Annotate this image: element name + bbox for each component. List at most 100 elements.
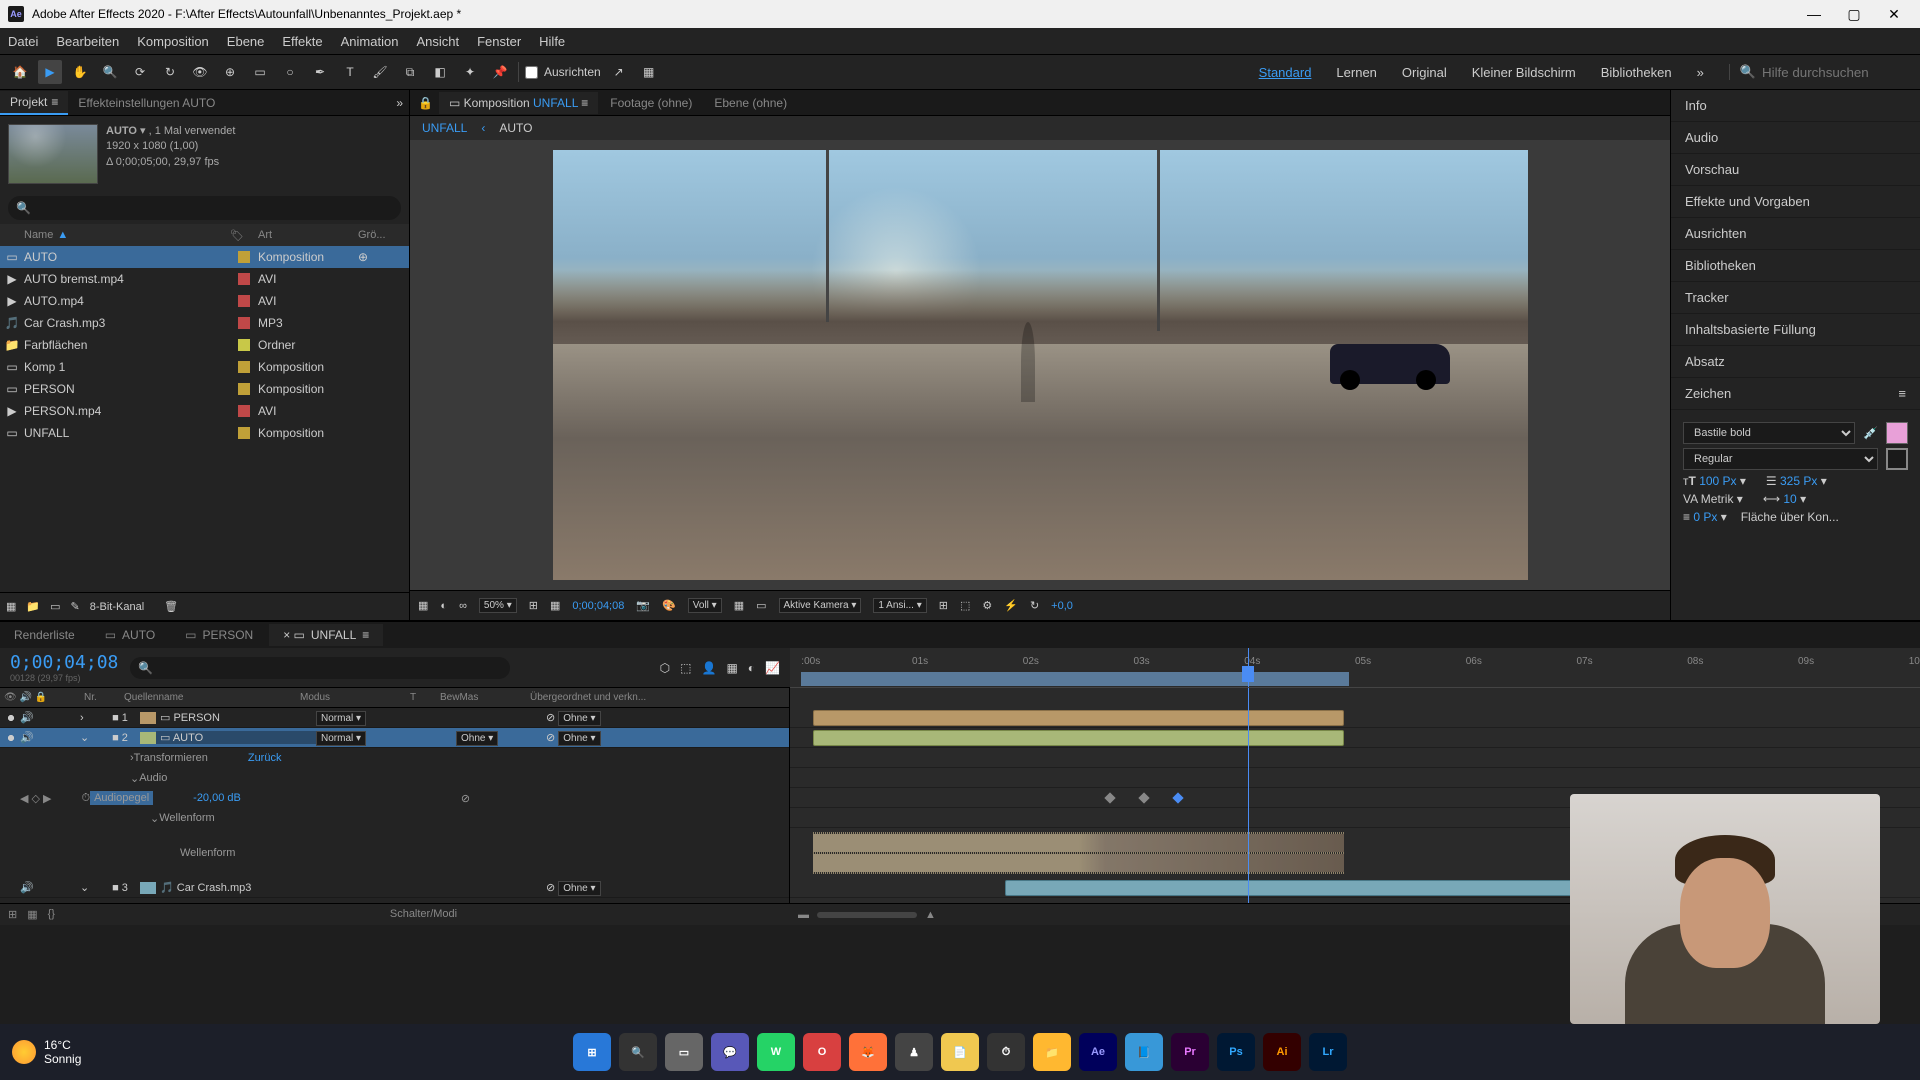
new-folder-icon[interactable]: 📁 xyxy=(26,600,40,613)
fill-over-stroke[interactable]: Fläche über Kon... xyxy=(1741,510,1839,524)
layer-row[interactable]: 🔊 ⌄ ■ 2 ▭ AUTO Normal ▾ Ohne ▾ ⊘ Ohne ▾ xyxy=(0,728,789,748)
snap-options[interactable]: ↗ xyxy=(607,60,631,84)
time-ruler[interactable]: :00s01s02s03s04s05s06s07s08s09s10 xyxy=(790,648,1920,688)
fill-color-swatch[interactable] xyxy=(1886,422,1908,444)
maximize-button[interactable]: ▢ xyxy=(1836,2,1872,26)
mask-icon[interactable]: ∞ xyxy=(459,600,467,612)
trash-icon[interactable]: 🗑 xyxy=(164,600,178,613)
visibility-toggle[interactable] xyxy=(4,711,18,725)
toggle-switches[interactable]: ⊞ xyxy=(8,908,17,921)
workspace-original[interactable]: Original xyxy=(1402,65,1447,80)
workspace-learn[interactable]: Lernen xyxy=(1336,65,1376,80)
panel-header[interactable]: Ausrichten xyxy=(1671,218,1920,250)
taskbar-app[interactable]: Lr xyxy=(1309,1033,1347,1071)
comp-flowchart-icon[interactable]: ⬡ xyxy=(660,661,670,675)
taskbar-app[interactable]: Ps xyxy=(1217,1033,1255,1071)
menu-item[interactable]: Ebene xyxy=(227,34,265,49)
motionblur-icon[interactable]: ◐ xyxy=(748,661,755,675)
zoom-out-icon[interactable]: ▬ xyxy=(798,909,809,921)
taskbar-app[interactable]: ⏱ xyxy=(987,1033,1025,1071)
eraser-tool[interactable]: ◧ xyxy=(428,60,452,84)
project-search[interactable]: 🔍 xyxy=(8,196,401,220)
panel-header[interactable]: Effekte und Vorgaben xyxy=(1671,186,1920,218)
eyedropper-icon[interactable]: 💉 xyxy=(1863,426,1878,440)
ellipse-tool[interactable]: ○ xyxy=(278,60,302,84)
taskbar-app[interactable]: 📘 xyxy=(1125,1033,1163,1071)
font-style-dropdown[interactable]: Regular xyxy=(1683,448,1878,470)
pen-tool[interactable]: ✒ xyxy=(308,60,332,84)
panel-header[interactable]: Audio xyxy=(1671,122,1920,154)
menu-item[interactable]: Effekte xyxy=(282,34,322,49)
parent-dropdown[interactable]: Ohne ▾ xyxy=(558,711,600,726)
stroke-width[interactable]: 0 Px xyxy=(1693,510,1717,524)
orbit-tool[interactable]: ⟳ xyxy=(128,60,152,84)
audio-toggle[interactable]: 🔊 xyxy=(20,881,34,895)
transform-group[interactable]: › TransformierenZurück xyxy=(0,748,789,768)
transparency-icon[interactable]: ▦ xyxy=(734,599,744,612)
panel-overflow[interactable]: » xyxy=(390,96,409,110)
workspace-more[interactable]: » xyxy=(1697,65,1704,80)
panel-header[interactable]: Zeichen≡ xyxy=(1671,378,1920,410)
grid-icon[interactable]: ⊞ xyxy=(939,599,948,612)
weather-widget[interactable]: 16°CSonnig xyxy=(12,1038,81,1066)
stroke-swatch[interactable] xyxy=(1886,448,1908,470)
panel-header[interactable]: Info xyxy=(1671,90,1920,122)
panel-header[interactable]: Inhaltsbasierte Füllung xyxy=(1671,314,1920,346)
taskbar-app[interactable]: Ae xyxy=(1079,1033,1117,1071)
blend-mode[interactable]: Normal ▾ xyxy=(316,731,366,746)
project-item[interactable]: ▭UNFALLKomposition xyxy=(0,422,409,444)
project-item[interactable]: 🎵Car Crash.mp3MP3 xyxy=(0,312,409,334)
fast-preview-icon[interactable]: ⚡ xyxy=(1004,599,1018,612)
comp-tab[interactable]: ▭ Komposition UNFALL ≡ xyxy=(439,92,598,114)
audio-levels-prop[interactable]: ◀ ◇ ▶ ⏱ Audiopegel -20,00 dB ⊘ xyxy=(0,788,789,808)
menu-item[interactable]: Bearbeiten xyxy=(56,34,119,49)
footage-tab[interactable]: Footage (ohne) xyxy=(600,92,702,114)
home-button[interactable]: 🏠 xyxy=(8,60,32,84)
visibility-toggle[interactable] xyxy=(4,731,18,745)
views-count-dropdown[interactable]: 1 Ansi... ▾ xyxy=(873,598,926,613)
workspace-standard[interactable]: Standard xyxy=(1259,65,1312,80)
shy-icon[interactable]: 👤 xyxy=(702,661,717,675)
close-button[interactable]: ✕ xyxy=(1876,2,1912,26)
roto-tool[interactable]: ✦ xyxy=(458,60,482,84)
panel-header[interactable]: Tracker xyxy=(1671,282,1920,314)
taskbar-app[interactable]: ⊞ xyxy=(573,1033,611,1071)
zoom-tool[interactable]: 🔍 xyxy=(98,60,122,84)
rotation-tool[interactable]: ↻ xyxy=(158,60,182,84)
taskbar-app[interactable]: ♟ xyxy=(895,1033,933,1071)
zoom-slider[interactable] xyxy=(817,912,917,918)
pan-behind-tool[interactable]: ⊕ xyxy=(218,60,242,84)
project-item[interactable]: ▭AUTOKomposition⊕ xyxy=(0,246,409,268)
work-area[interactable] xyxy=(801,672,1349,686)
graph-editor-icon[interactable]: 📈 xyxy=(765,661,780,675)
playhead[interactable] xyxy=(1248,648,1249,687)
taskbar-app[interactable]: ▭ xyxy=(665,1033,703,1071)
clone-tool[interactable]: ⧉ xyxy=(398,60,422,84)
guides-icon[interactable]: ▦ xyxy=(550,599,560,612)
view-dropdown[interactable]: Aktive Kamera ▾ xyxy=(779,598,862,613)
puppet-tool[interactable]: 📌 xyxy=(488,60,512,84)
audio-toggle[interactable]: 🔊 xyxy=(20,711,34,725)
taskbar-app[interactable]: W xyxy=(757,1033,795,1071)
snap-checkbox[interactable] xyxy=(525,66,538,79)
interpret-footage-icon[interactable]: ▦ xyxy=(6,600,16,613)
tracking[interactable]: 10 xyxy=(1783,492,1796,506)
zoom-in-icon[interactable]: ▲ xyxy=(925,909,936,921)
menu-item[interactable]: Komposition xyxy=(137,34,209,49)
toggle-inout[interactable]: {} xyxy=(48,908,55,921)
leading[interactable]: 325 Px xyxy=(1780,474,1817,488)
taskbar-app[interactable]: 💬 xyxy=(711,1033,749,1071)
track-matte[interactable]: Ohne ▾ xyxy=(456,731,498,746)
project-item[interactable]: 📁FarbflächenOrdner xyxy=(0,334,409,356)
draft3d-icon[interactable]: ⬚ xyxy=(680,661,691,675)
taskbar-app[interactable]: Ai xyxy=(1263,1033,1301,1071)
font-size[interactable]: 100 Px xyxy=(1699,474,1736,488)
region-icon[interactable]: ▭ xyxy=(756,599,766,612)
toggle-modes[interactable]: ▦ xyxy=(27,908,37,921)
parent-dropdown[interactable]: Ohne ▾ xyxy=(558,731,600,746)
tab-project[interactable]: Projekt ≡ xyxy=(0,91,68,115)
tab-effect-controls[interactable]: Effekteinstellungen AUTO xyxy=(68,92,225,114)
taskbar-app[interactable]: Pr xyxy=(1171,1033,1209,1071)
tab-comp[interactable]: × ▭ UNFALL ≡ xyxy=(269,624,383,646)
project-item[interactable]: ▶AUTO bremst.mp4AVI xyxy=(0,268,409,290)
